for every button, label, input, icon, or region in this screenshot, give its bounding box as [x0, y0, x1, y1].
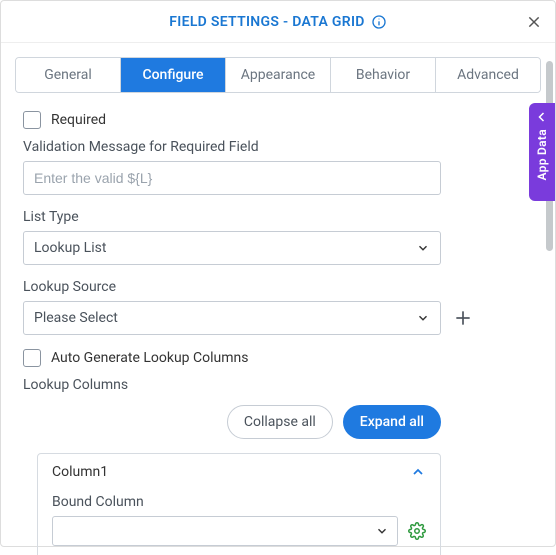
auto-generate-checkbox[interactable] [23, 349, 41, 367]
auto-generate-row: Auto Generate Lookup Columns [23, 349, 533, 367]
list-type-value: Lookup List [34, 240, 106, 256]
bound-column-select[interactable] [52, 516, 398, 546]
dialog-header: FIELD SETTINGS - DATA GRID [1, 1, 555, 43]
tab-behavior[interactable]: Behavior [331, 58, 436, 92]
lookup-columns-label: Lookup Columns [23, 377, 533, 393]
column-header[interactable]: Column1 [38, 454, 440, 490]
chevron-up-icon [410, 464, 426, 480]
column-panel: Column1 Bound Column [37, 453, 441, 555]
lookup-source-label: Lookup Source [23, 279, 533, 295]
collapse-all-button[interactable]: Collapse all [227, 405, 333, 439]
auto-generate-label: Auto Generate Lookup Columns [51, 350, 248, 366]
required-label: Required [51, 112, 106, 128]
tabs-container: General Configure Appearance Behavior Ad… [1, 43, 555, 93]
tab-general[interactable]: General [16, 58, 121, 92]
dialog-title: FIELD SETTINGS - DATA GRID [169, 14, 364, 30]
info-icon[interactable] [371, 14, 387, 30]
column-title: Column1 [52, 464, 108, 480]
expand-all-button[interactable]: Expand all [343, 405, 441, 439]
lookup-source-value: Please Select [34, 310, 118, 326]
required-checkbox[interactable] [23, 111, 41, 129]
chevron-down-icon [416, 241, 430, 255]
tab-advanced[interactable]: Advanced [436, 58, 540, 92]
gear-icon[interactable] [408, 522, 426, 540]
chevron-left-icon [536, 111, 548, 123]
add-lookup-source-button[interactable] [453, 308, 473, 328]
configure-panel: Required Validation Message for Required… [1, 93, 555, 555]
validation-input[interactable] [23, 161, 441, 195]
bound-column-label: Bound Column [52, 494, 426, 510]
close-button[interactable] [523, 11, 545, 33]
app-data-side-tab[interactable]: App Data [529, 103, 555, 201]
validation-label: Validation Message for Required Field [23, 139, 533, 155]
required-row: Required [23, 111, 533, 129]
lookup-source-select[interactable]: Please Select [23, 301, 441, 335]
tabs: General Configure Appearance Behavior Ad… [15, 57, 541, 93]
lookup-columns-actions: Collapse all Expand all [23, 405, 441, 439]
lookup-source-row: Please Select [23, 301, 533, 335]
list-type-label: List Type [23, 209, 533, 225]
app-data-label: App Data [535, 129, 549, 180]
field-settings-dialog: FIELD SETTINGS - DATA GRID General Confi… [0, 0, 556, 547]
list-type-select[interactable]: Lookup List [23, 231, 441, 265]
chevron-down-icon [416, 311, 430, 325]
tab-appearance[interactable]: Appearance [226, 58, 331, 92]
tab-configure[interactable]: Configure [121, 58, 226, 92]
column-body: Bound Column Header [38, 490, 440, 555]
bound-column-row [52, 516, 426, 546]
chevron-down-icon [375, 524, 389, 538]
